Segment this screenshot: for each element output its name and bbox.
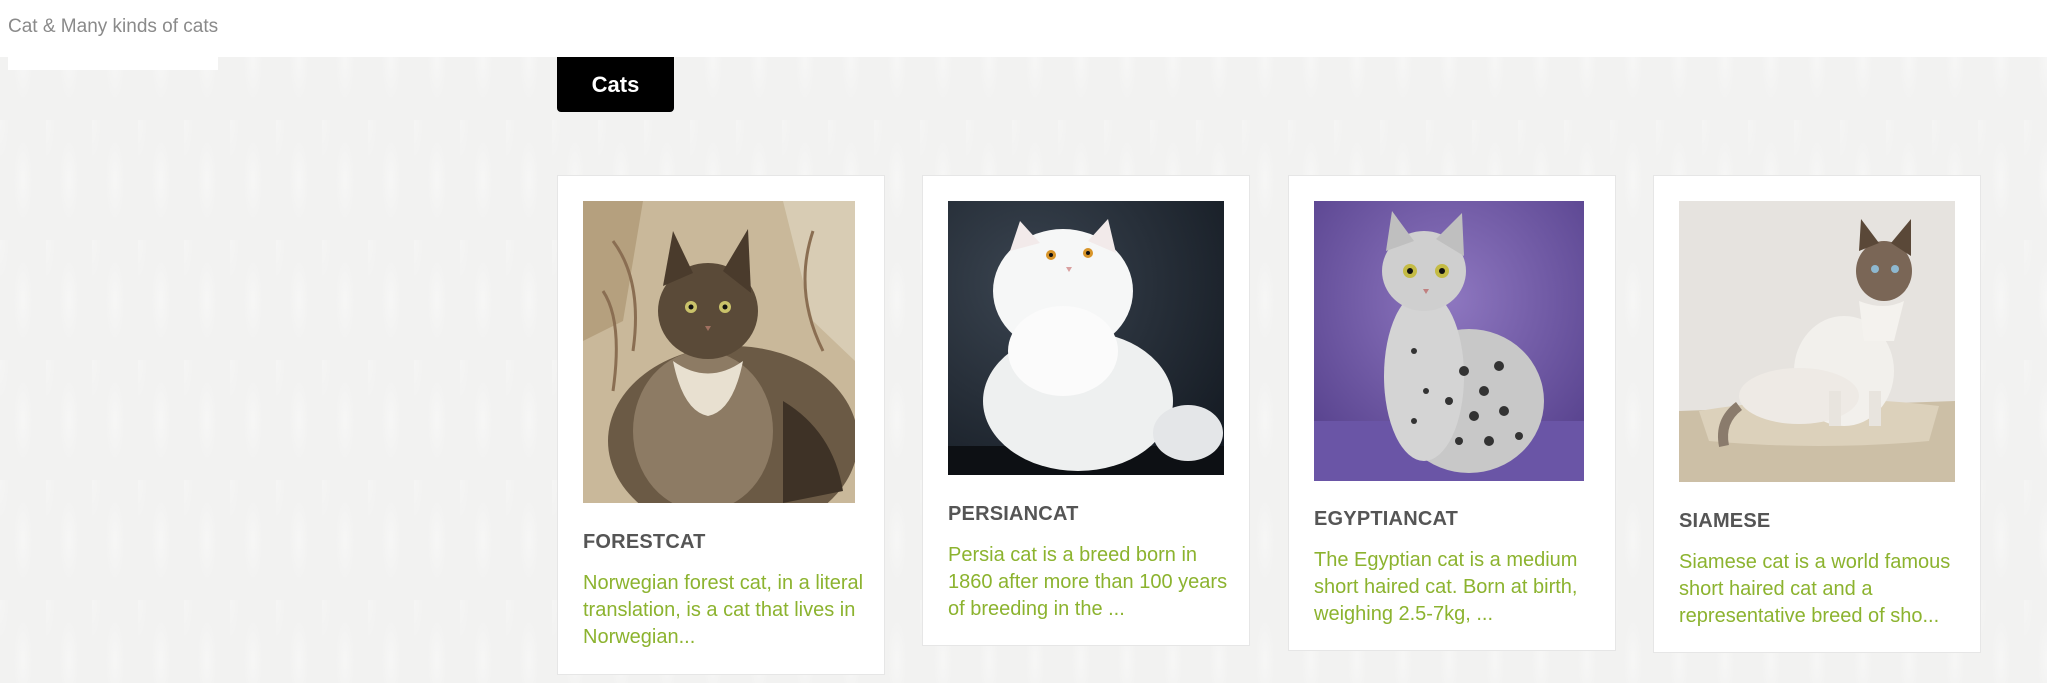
cat-description: Persia cat is a breed born in 1860 after… — [948, 544, 1228, 620]
cat-name[interactable]: FORESTCAT — [583, 531, 706, 554]
cat-description: The Egyptian cat is a medium short haire… — [1314, 549, 1578, 625]
cat-card-persiancat[interactable]: PERSIANCAT Persia cat is a breed born in… — [922, 175, 1250, 646]
cat-card-siamese[interactable]: SIAMESE Siamese cat is a world famous sh… — [1653, 175, 1981, 653]
egyptiancat-photo[interactable] — [1314, 201, 1584, 481]
left-panel-tab — [8, 57, 218, 70]
persiancat-photo[interactable] — [948, 201, 1224, 475]
forestcat-photo[interactable] — [583, 201, 855, 503]
top-bar: Cat & Many kinds of cats — [0, 0, 2047, 57]
cat-description: Norwegian forest cat, in a literal trans… — [583, 572, 864, 648]
site-title[interactable]: Cat & Many kinds of cats — [8, 16, 218, 38]
cats-nav-button[interactable]: Cats — [557, 57, 674, 112]
cat-name[interactable]: PERSIANCAT — [948, 503, 1079, 526]
cat-card-egyptiancat[interactable]: EGYPTIANCAT The Egyptian cat is a medium… — [1288, 175, 1616, 651]
cat-description: Siamese cat is a world famous short hair… — [1679, 551, 1951, 627]
siamese-photo[interactable] — [1679, 201, 1955, 482]
cat-card-forestcat[interactable]: FORESTCAT Norwegian forest cat, in a lit… — [557, 175, 885, 675]
cat-name[interactable]: EGYPTIANCAT — [1314, 508, 1458, 531]
cat-name[interactable]: SIAMESE — [1679, 510, 1770, 533]
